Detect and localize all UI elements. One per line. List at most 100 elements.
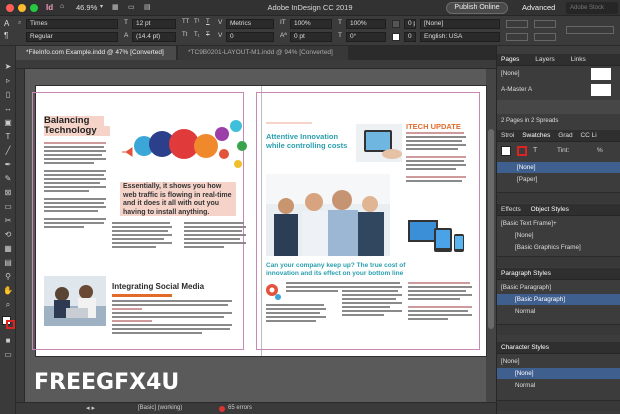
language-select[interactable]: English: USA — [420, 32, 500, 42]
align-options-icon[interactable] — [534, 20, 556, 28]
font-family-field[interactable]: Times — [26, 19, 118, 29]
font-style-field[interactable]: Regular — [26, 32, 118, 42]
formatting-text-icon[interactable]: T — [533, 147, 537, 154]
innovation-heading-1[interactable]: Attentive Innovation — [266, 132, 350, 141]
left-mid-column-b[interactable] — [184, 222, 246, 250]
hand-tool-icon[interactable]: ✋ — [3, 286, 13, 296]
fill-swatch[interactable] — [392, 20, 400, 28]
swatch-none-row[interactable]: [None] — [497, 162, 620, 173]
tab-object-styles[interactable]: Object Styles — [531, 206, 569, 213]
page-nav-icon[interactable]: ◂ ▸ — [86, 404, 95, 412]
none-master-thumb[interactable] — [591, 68, 611, 80]
tab-fileinfo-example[interactable]: *FileInfo.com Example.indd @ 47% [Conver… — [16, 46, 176, 60]
tab-links[interactable]: Links — [571, 56, 586, 63]
character-style-none[interactable]: [None] — [497, 368, 620, 379]
swatch-stroke-icon[interactable] — [517, 146, 527, 156]
page-tool-icon[interactable]: ▯ — [3, 90, 13, 100]
font-size-field[interactable]: 12 pt — [132, 19, 176, 29]
screen-mode-tool-icon[interactable]: ▭ — [3, 350, 13, 360]
paragraph-styles-panel-header[interactable]: Paragraph Styles — [497, 268, 620, 280]
publish-online-button[interactable]: Publish Online — [446, 2, 508, 14]
adobe-stock-search-input[interactable]: Adobe Stock — [566, 2, 618, 14]
type-tool-icon[interactable]: T — [3, 132, 13, 142]
team-photo[interactable] — [266, 174, 390, 256]
direct-selection-tool-icon[interactable]: ▹ — [3, 76, 13, 86]
workspace-switcher[interactable]: Advanced — [522, 3, 555, 12]
zoom-tool-icon[interactable]: ⌕ — [3, 300, 13, 310]
content-collector-icon[interactable]: ▣ — [3, 118, 13, 128]
paragraph-formatting-icon[interactable]: ¶ — [4, 31, 8, 40]
right-lower-column-d[interactable] — [408, 282, 472, 322]
vertical-ruler[interactable] — [16, 69, 25, 402]
tab-swatches[interactable]: Swatches — [522, 132, 550, 139]
character-style-select[interactable]: [None] — [420, 19, 500, 29]
small-caps-toggle[interactable]: Tt — [182, 32, 187, 38]
apply-color-icon[interactable]: ■ — [3, 336, 13, 346]
tracking-field[interactable]: 0 — [226, 32, 274, 42]
page-thumbnails[interactable] — [497, 100, 620, 114]
preflight-profile[interactable]: [Basic] (working) — [138, 405, 198, 413]
character-formatting-icon[interactable]: A — [4, 19, 9, 28]
social-body[interactable] — [112, 300, 232, 336]
master-a-thumb[interactable] — [591, 84, 611, 96]
devices-image[interactable] — [406, 216, 470, 256]
option-field-1[interactable]: 0 pt — [404, 19, 416, 29]
line-tool-icon[interactable]: ╱ — [3, 146, 13, 156]
rectangle-frame-tool-icon[interactable]: ⊠ — [3, 188, 13, 198]
right-lower-column-b[interactable] — [286, 282, 346, 294]
pen-tool-icon[interactable]: ✒ — [3, 160, 13, 170]
innovation-heading-2[interactable]: while controlling costs — [266, 141, 350, 150]
social-heading[interactable]: Integrating Social Media — [112, 282, 212, 291]
character-styles-panel-header[interactable]: Character Styles — [497, 342, 620, 354]
scroll-thumb[interactable] — [488, 129, 494, 329]
gap-tool-icon[interactable]: ↔ — [3, 104, 13, 114]
subscript-toggle[interactable]: T₁ — [194, 32, 200, 38]
heads-illustration[interactable] — [118, 114, 258, 174]
option-field-2[interactable]: 0 — [404, 32, 416, 42]
free-transform-tool-icon[interactable]: ⟲ — [3, 230, 13, 240]
baseline-shift-field[interactable]: 0 pt — [290, 32, 332, 42]
headline-line2[interactable]: Technology — [44, 126, 110, 136]
gradient-tool-icon[interactable]: ▦ — [3, 244, 13, 254]
columns-icon[interactable] — [506, 33, 528, 41]
selection-tool-icon[interactable]: ➤ — [3, 62, 13, 72]
skew-field[interactable]: 0° — [346, 32, 386, 42]
text-frame-options-icon[interactable] — [506, 20, 528, 28]
tab-gradient[interactable]: Grad — [558, 132, 572, 139]
object-style-basic-graphics[interactable]: [Basic Graphics Frame] — [497, 242, 620, 253]
business-people-photo[interactable] — [44, 276, 106, 326]
tab-layers[interactable]: Layers — [535, 56, 555, 63]
swatch-fill-icon[interactable] — [501, 146, 511, 156]
object-style-none[interactable]: [None] — [497, 230, 620, 241]
grid-options-icon[interactable] — [534, 33, 556, 41]
left-body-column[interactable] — [44, 142, 106, 230]
horizontal-ruler[interactable] — [16, 60, 496, 69]
vertical-scale-field[interactable]: 100% — [290, 19, 332, 29]
note-tool-icon[interactable]: ▤ — [3, 258, 13, 268]
character-style-normal[interactable]: Normal — [497, 380, 620, 391]
tab-pages[interactable]: Pages — [501, 56, 519, 63]
paragraph-style-normal[interactable]: Normal — [497, 306, 620, 317]
pencil-tool-icon[interactable]: ✎ — [3, 174, 13, 184]
swatch-paper-row[interactable]: [Paper] — [497, 174, 620, 185]
kerning-field[interactable]: Metrics — [226, 19, 274, 29]
tint-percent[interactable]: % — [597, 147, 603, 154]
right-lower-column-a[interactable] — [266, 304, 326, 324]
tablet-hand-photo[interactable] — [356, 124, 402, 162]
error-count[interactable]: 65 errors — [228, 405, 252, 411]
tab-cc-libraries[interactable]: CC Li — [580, 132, 596, 139]
tab-effects[interactable]: Effects — [501, 206, 521, 213]
tab-tc9b0201-layout[interactable]: *TC9B0201-LAYOUT-M1.indd @ 94% [Converte… — [178, 46, 348, 60]
scissors-tool-icon[interactable]: ✂ — [3, 216, 13, 226]
horizontal-scale-field[interactable]: 100% — [346, 19, 386, 29]
pull-quote[interactable]: Essentially, it shows you how web traffi… — [120, 182, 236, 216]
rectangle-tool-icon[interactable]: ▭ — [3, 202, 13, 212]
itech-heading[interactable]: ITECH UPDATE — [406, 122, 466, 131]
left-mid-column-a[interactable] — [112, 222, 172, 250]
all-caps-toggle[interactable]: TT — [182, 19, 189, 25]
stroke-color-icon[interactable] — [6, 320, 15, 329]
superscript-toggle[interactable]: T¹ — [194, 19, 200, 25]
itech-body[interactable] — [406, 132, 466, 184]
eyedropper-tool-icon[interactable]: ⚲ — [3, 272, 13, 282]
paragraph-style-basic[interactable]: [Basic Paragraph] — [497, 294, 620, 305]
